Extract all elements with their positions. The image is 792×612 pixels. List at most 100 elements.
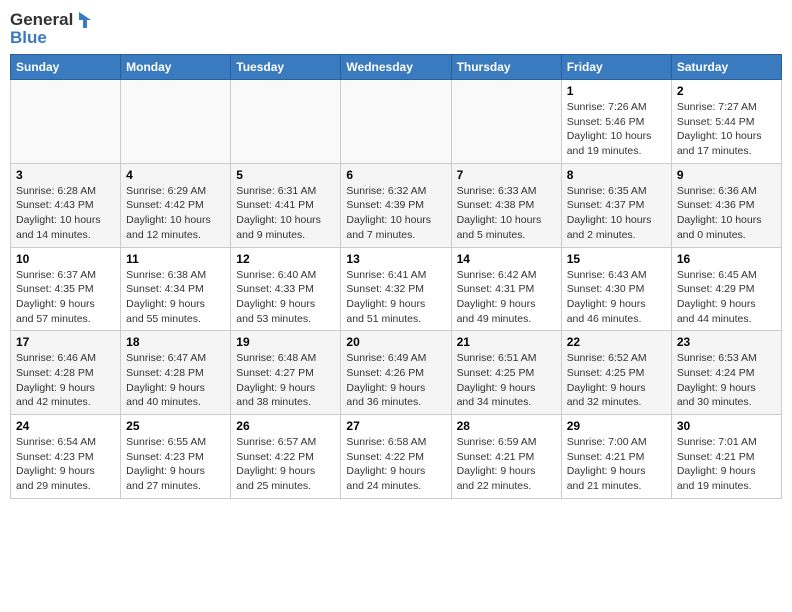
day-cell: 11 Sunrise: 6:38 AM Sunset: 4:34 PM Dayli… [121, 247, 231, 331]
day-number: 13 [346, 252, 445, 266]
day-cell: 5 Sunrise: 6:31 AM Sunset: 4:41 PM Daylig… [231, 163, 341, 247]
day-info: Sunrise: 6:58 AM Sunset: 4:22 PM Dayligh… [346, 435, 445, 494]
day-cell: 10 Sunrise: 6:37 AM Sunset: 4:35 PM Dayli… [11, 247, 121, 331]
header-day-friday: Friday [561, 55, 671, 80]
day-cell: 1Sunrise: 7:26 AM Sunset: 5:46 PM Daylig… [561, 80, 671, 164]
day-cell: 12 Sunrise: 6:40 AM Sunset: 4:33 PM Dayli… [231, 247, 341, 331]
day-info: Sunrise: 6:38 AM Sunset: 4:34 PM Dayligh… [126, 268, 225, 327]
day-info: Sunrise: 6:29 AM Sunset: 4:42 PM Dayligh… [126, 184, 225, 243]
day-cell: 17 Sunrise: 6:46 AM Sunset: 4:28 PM Dayli… [11, 331, 121, 415]
day-cell: 6Sunrise: 6:32 AM Sunset: 4:39 PM Daylig… [341, 163, 451, 247]
day-number: 25 [126, 419, 225, 433]
logo-blue-text: Blue [10, 28, 47, 48]
day-cell: 14 Sunrise: 6:42 AM Sunset: 4:31 PM Dayli… [451, 247, 561, 331]
day-number: 12 [236, 252, 335, 266]
day-info: Sunrise: 6:41 AM Sunset: 4:32 PM Dayligh… [346, 268, 445, 327]
day-info: Sunrise: 6:49 AM Sunset: 4:26 PM Dayligh… [346, 351, 445, 410]
day-cell: 18Sunrise: 6:47 AM Sunset: 4:28 PM Dayli… [121, 331, 231, 415]
day-number: 29 [567, 419, 666, 433]
day-cell: 9 Sunrise: 6:36 AM Sunset: 4:36 PM Daylig… [671, 163, 781, 247]
day-info: Sunrise: 6:43 AM Sunset: 4:30 PM Dayligh… [567, 268, 666, 327]
page-header: General Blue [10, 10, 782, 48]
day-info: Sunrise: 6:59 AM Sunset: 4:21 PM Dayligh… [457, 435, 556, 494]
day-cell: 4Sunrise: 6:29 AM Sunset: 4:42 PM Daylig… [121, 163, 231, 247]
day-cell [11, 80, 121, 164]
day-cell: 3 Sunrise: 6:28 AM Sunset: 4:43 PM Daylig… [11, 163, 121, 247]
day-number: 28 [457, 419, 556, 433]
day-number: 17 [16, 335, 115, 349]
week-row-1: 3 Sunrise: 6:28 AM Sunset: 4:43 PM Daylig… [11, 163, 782, 247]
day-info: Sunrise: 6:40 AM Sunset: 4:33 PM Dayligh… [236, 268, 335, 327]
day-cell: 15Sunrise: 6:43 AM Sunset: 4:30 PM Dayli… [561, 247, 671, 331]
day-info: Sunrise: 6:52 AM Sunset: 4:25 PM Dayligh… [567, 351, 666, 410]
day-info: Sunrise: 6:35 AM Sunset: 4:37 PM Dayligh… [567, 184, 666, 243]
week-row-2: 10 Sunrise: 6:37 AM Sunset: 4:35 PM Dayli… [11, 247, 782, 331]
header-row: SundayMondayTuesdayWednesdayThursdayFrid… [11, 55, 782, 80]
day-info: Sunrise: 7:01 AM Sunset: 4:21 PM Dayligh… [677, 435, 776, 494]
day-number: 11 [126, 252, 225, 266]
day-info: Sunrise: 6:36 AM Sunset: 4:36 PM Dayligh… [677, 184, 776, 243]
day-number: 1 [567, 84, 666, 98]
day-cell: 21Sunrise: 6:51 AM Sunset: 4:25 PM Dayli… [451, 331, 561, 415]
week-row-0: 1Sunrise: 7:26 AM Sunset: 5:46 PM Daylig… [11, 80, 782, 164]
day-cell: 26 Sunrise: 6:57 AM Sunset: 4:22 PM Dayli… [231, 415, 341, 499]
day-info: Sunrise: 6:46 AM Sunset: 4:28 PM Dayligh… [16, 351, 115, 410]
day-cell: 13 Sunrise: 6:41 AM Sunset: 4:32 PM Dayli… [341, 247, 451, 331]
day-number: 26 [236, 419, 335, 433]
day-cell: 2 Sunrise: 7:27 AM Sunset: 5:44 PM Daylig… [671, 80, 781, 164]
day-number: 19 [236, 335, 335, 349]
day-info: Sunrise: 6:48 AM Sunset: 4:27 PM Dayligh… [236, 351, 335, 410]
day-cell [451, 80, 561, 164]
day-number: 6 [346, 168, 445, 182]
day-info: Sunrise: 6:42 AM Sunset: 4:31 PM Dayligh… [457, 268, 556, 327]
day-number: 7 [457, 168, 556, 182]
header-day-saturday: Saturday [671, 55, 781, 80]
day-info: Sunrise: 6:57 AM Sunset: 4:22 PM Dayligh… [236, 435, 335, 494]
day-info: Sunrise: 7:27 AM Sunset: 5:44 PM Dayligh… [677, 100, 776, 159]
day-cell: 8 Sunrise: 6:35 AM Sunset: 4:37 PM Daylig… [561, 163, 671, 247]
day-cell: 23Sunrise: 6:53 AM Sunset: 4:24 PM Dayli… [671, 331, 781, 415]
day-info: Sunrise: 6:54 AM Sunset: 4:23 PM Dayligh… [16, 435, 115, 494]
day-number: 8 [567, 168, 666, 182]
day-number: 14 [457, 252, 556, 266]
day-number: 27 [346, 419, 445, 433]
day-number: 30 [677, 419, 776, 433]
day-cell [121, 80, 231, 164]
header-day-wednesday: Wednesday [341, 55, 451, 80]
day-number: 9 [677, 168, 776, 182]
day-number: 5 [236, 168, 335, 182]
day-info: Sunrise: 7:00 AM Sunset: 4:21 PM Dayligh… [567, 435, 666, 494]
logo: General Blue [10, 10, 95, 48]
day-cell [231, 80, 341, 164]
week-row-3: 17 Sunrise: 6:46 AM Sunset: 4:28 PM Dayli… [11, 331, 782, 415]
header-day-thursday: Thursday [451, 55, 561, 80]
day-info: Sunrise: 6:45 AM Sunset: 4:29 PM Dayligh… [677, 268, 776, 327]
day-cell: 30 Sunrise: 7:01 AM Sunset: 4:21 PM Dayli… [671, 415, 781, 499]
day-info: Sunrise: 6:31 AM Sunset: 4:41 PM Dayligh… [236, 184, 335, 243]
day-number: 23 [677, 335, 776, 349]
calendar-table: SundayMondayTuesdayWednesdayThursdayFrid… [10, 54, 782, 499]
header-day-sunday: Sunday [11, 55, 121, 80]
day-cell: 24 Sunrise: 6:54 AM Sunset: 4:23 PM Dayli… [11, 415, 121, 499]
day-cell: 28 Sunrise: 6:59 AM Sunset: 4:21 PM Dayli… [451, 415, 561, 499]
day-number: 20 [346, 335, 445, 349]
day-info: Sunrise: 6:37 AM Sunset: 4:35 PM Dayligh… [16, 268, 115, 327]
day-info: Sunrise: 6:33 AM Sunset: 4:38 PM Dayligh… [457, 184, 556, 243]
calendar-header: SundayMondayTuesdayWednesdayThursdayFrid… [11, 55, 782, 80]
day-number: 2 [677, 84, 776, 98]
day-cell: 16Sunrise: 6:45 AM Sunset: 4:29 PM Dayli… [671, 247, 781, 331]
logo-arrow-icon [75, 10, 95, 30]
calendar-body: 1Sunrise: 7:26 AM Sunset: 5:46 PM Daylig… [11, 80, 782, 499]
day-number: 10 [16, 252, 115, 266]
day-number: 24 [16, 419, 115, 433]
day-cell: 29 Sunrise: 7:00 AM Sunset: 4:21 PM Dayli… [561, 415, 671, 499]
day-cell [341, 80, 451, 164]
day-number: 3 [16, 168, 115, 182]
day-cell: 22 Sunrise: 6:52 AM Sunset: 4:25 PM Dayli… [561, 331, 671, 415]
day-cell: 7 Sunrise: 6:33 AM Sunset: 4:38 PM Daylig… [451, 163, 561, 247]
day-number: 22 [567, 335, 666, 349]
day-info: Sunrise: 6:28 AM Sunset: 4:43 PM Dayligh… [16, 184, 115, 243]
logo-general-text: General [10, 10, 73, 30]
day-number: 18 [126, 335, 225, 349]
week-row-4: 24 Sunrise: 6:54 AM Sunset: 4:23 PM Dayli… [11, 415, 782, 499]
